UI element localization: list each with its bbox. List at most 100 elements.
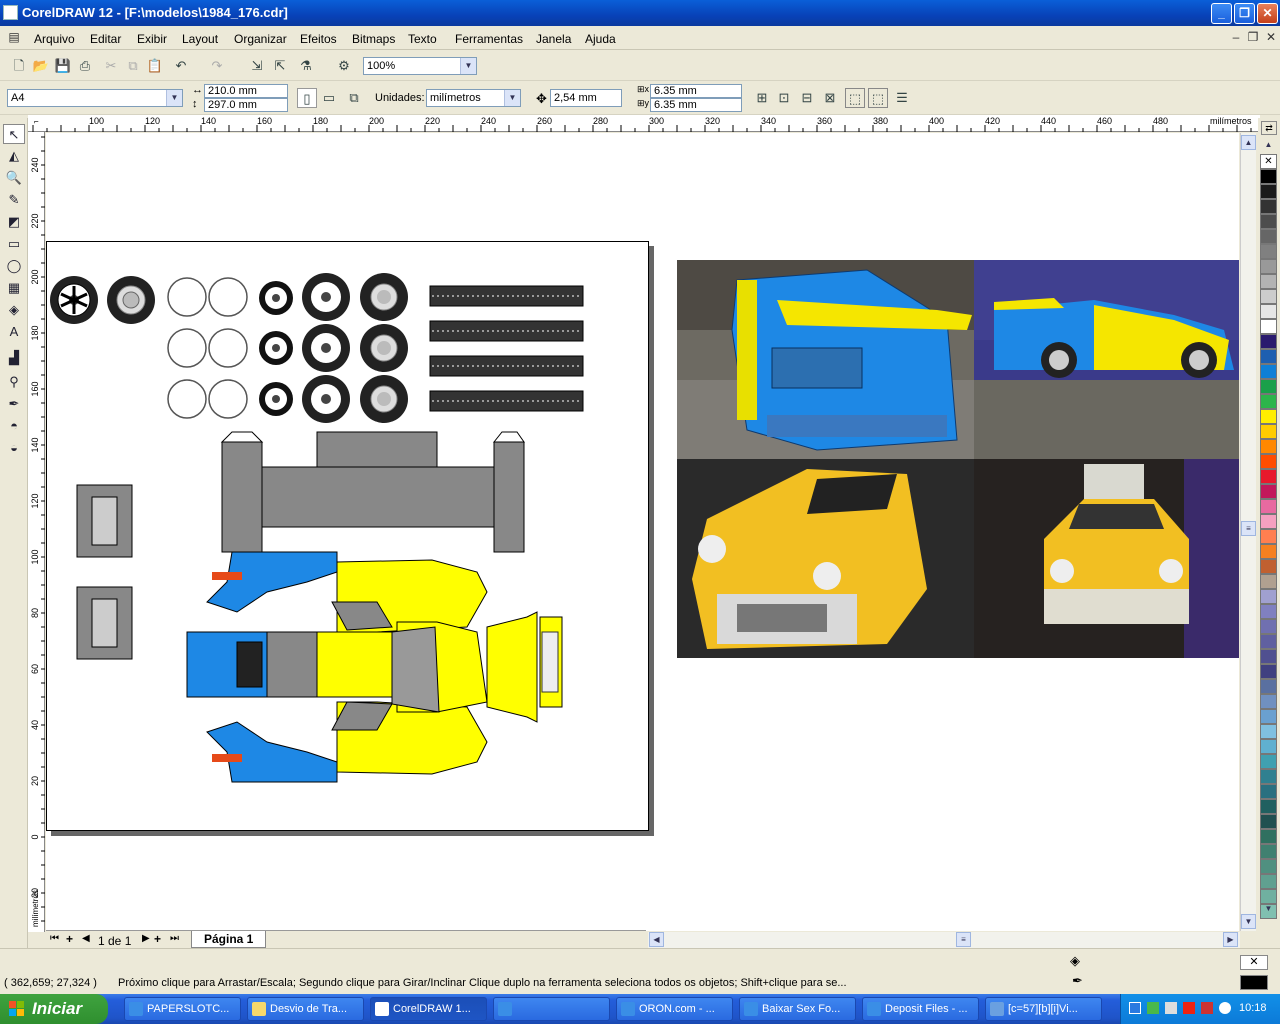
copy-icon[interactable]: ⧉ [123,56,143,76]
ellipse-tool-icon[interactable]: ◯ [3,256,25,276]
color-swatch[interactable] [1260,844,1277,859]
color-swatch[interactable] [1260,484,1277,499]
menu-organizar[interactable]: Organizar [234,32,287,46]
color-swatch[interactable] [1260,574,1277,589]
color-swatch[interactable] [1260,439,1277,454]
freehand-tool-icon[interactable]: ✎ [3,190,25,210]
menu-efeitos[interactable]: Efeitos [300,32,337,46]
color-swatch[interactable] [1260,769,1277,784]
interactive-fill-tool-icon[interactable]: ◒ [3,438,25,458]
color-swatch[interactable] [1260,709,1277,724]
color-swatch[interactable] [1260,799,1277,814]
horizontal-ruler[interactable]: ⌐ 100 120 140 160 180 200 220 240 260 28… [28,115,1260,132]
h-scroll-thumb[interactable]: ≡ [956,932,971,947]
color-swatch[interactable] [1260,334,1277,349]
printable-page[interactable] [46,241,649,831]
color-swatch[interactable] [1260,724,1277,739]
papercraft-model[interactable] [47,242,650,832]
color-swatch[interactable] [1260,469,1277,484]
color-swatch[interactable] [1260,754,1277,769]
vertical-scrollbar[interactable]: ▲ ≡ ▼ [1240,133,1256,931]
menu-bitmaps[interactable]: Bitmaps [352,32,395,46]
menu-ajuda[interactable]: Ajuda [585,32,616,46]
task-baixar[interactable]: Baixar Sex Fo... [739,997,856,1021]
task-oron[interactable]: ORON.com - ... [616,997,733,1021]
add-page-before-icon[interactable]: + [66,932,73,946]
photo-rear-view[interactable] [677,260,974,459]
color-swatch[interactable] [1260,319,1277,334]
fill-tool-icon[interactable]: ◓ [3,416,25,436]
zoom-level-select[interactable]: 100% ▼ [363,57,477,75]
maximize-button[interactable]: ❐ [1234,3,1255,24]
color-swatch[interactable] [1260,874,1277,889]
color-swatch[interactable] [1260,829,1277,844]
scroll-up-icon[interactable]: ▲ [1241,135,1256,150]
color-swatch[interactable] [1260,529,1277,544]
corel-online-icon[interactable]: ⚙ [334,56,354,76]
duplicate-y-field[interactable]: 6.35 mm [650,98,742,112]
color-swatch[interactable] [1260,634,1277,649]
last-page-icon[interactable]: ⏭ [170,933,179,944]
duplicate-x-field[interactable]: 6.35 mm [650,84,742,98]
coreldraw-app-icon[interactable] [3,5,18,20]
antivirus-icon[interactable] [1183,1002,1195,1014]
doc-restore-icon[interactable]: ❐ [1245,29,1261,45]
color-swatch[interactable] [1260,364,1277,379]
menu-ferramentas[interactable]: Ferramentas [455,32,523,46]
snap-objects-icon[interactable]: ⊟ [797,88,817,108]
color-swatch[interactable] [1260,694,1277,709]
photo-collage[interactable] [677,260,1239,658]
color-swatch[interactable] [1260,289,1277,304]
menu-editar[interactable]: Editar [90,32,121,46]
menu-arquivo[interactable]: Arquivo [34,32,75,46]
color-swatch[interactable] [1260,244,1277,259]
first-page-icon[interactable]: ⏮ [50,933,59,944]
menu-texto[interactable]: Texto [408,32,437,46]
minimize-button[interactable]: _ [1211,3,1232,24]
export-icon[interactable]: ⇱ [270,56,290,76]
color-swatch[interactable] [1260,664,1277,679]
photo-side-view[interactable] [974,260,1239,459]
palette-scroll-down-icon[interactable]: ▼ [1260,904,1277,915]
color-swatch[interactable] [1260,814,1277,829]
fill-indicator-icon[interactable]: ◈ [1070,953,1080,969]
network-icon[interactable] [1129,1002,1141,1014]
doc-close-icon[interactable]: ✕ [1263,29,1279,45]
usb-icon[interactable] [1165,1002,1177,1014]
color-swatch[interactable] [1260,649,1277,664]
polygon-tool-icon[interactable]: ▦ [3,278,25,298]
page-height-field[interactable]: 297.0 mm [204,98,288,112]
nudge-distance-field[interactable]: 2,54 mm [550,89,622,107]
palette-options-icon[interactable]: ⇄ [1261,121,1277,135]
page-width-field[interactable]: 210.0 mm [204,84,288,98]
title-bar[interactable]: CorelDRAW 12 - [F:\modelos\1984_176.cdr]… [0,0,1280,26]
color-swatch[interactable] [1260,214,1277,229]
options-icon[interactable]: ☰ [892,88,912,108]
vertical-ruler[interactable]: 240 220 200 180 160 140 120 100 80 60 40… [28,132,45,932]
basic-shapes-tool-icon[interactable]: ◈ [3,300,25,320]
zoom-tool-icon[interactable]: 🔍 [3,168,25,188]
task-paperslotc[interactable]: PAPERSLOTC... [124,997,241,1021]
color-swatch[interactable] [1260,424,1277,439]
snap-grid-icon[interactable]: ⊞ [752,88,772,108]
menu-janela[interactable]: Janela [536,32,571,46]
color-swatch[interactable] [1260,604,1277,619]
sas-icon[interactable] [1201,1002,1213,1014]
eyedropper-tool-icon[interactable]: ⚲ [3,372,25,392]
shape-tool-icon[interactable]: ◭ [3,146,25,166]
paper-type-select[interactable]: A4 ▼ [7,89,183,107]
color-swatch[interactable] [1260,184,1277,199]
rectangle-tool-icon[interactable]: ▭ [3,234,25,254]
color-swatch[interactable] [1260,379,1277,394]
print-icon[interactable]: ⎙ [75,56,95,76]
tab-pagina-1[interactable]: Página 1 [191,931,267,948]
application-launcher-icon[interactable]: ⚗ [296,56,316,76]
interactive-blend-tool-icon[interactable]: ▟ [3,348,25,368]
draw-object-icon[interactable]: ⬚ [868,88,888,108]
no-fill-icon[interactable]: ✕ [1240,955,1268,970]
scroll-left-icon[interactable]: ◀ [649,932,664,947]
pick-tool-icon[interactable]: ↖ [3,124,25,144]
outline-indicator-icon[interactable]: ✒ [1072,973,1083,989]
new-icon[interactable]: 🗋 [9,56,29,76]
add-page-after-icon[interactable]: + [154,932,161,946]
